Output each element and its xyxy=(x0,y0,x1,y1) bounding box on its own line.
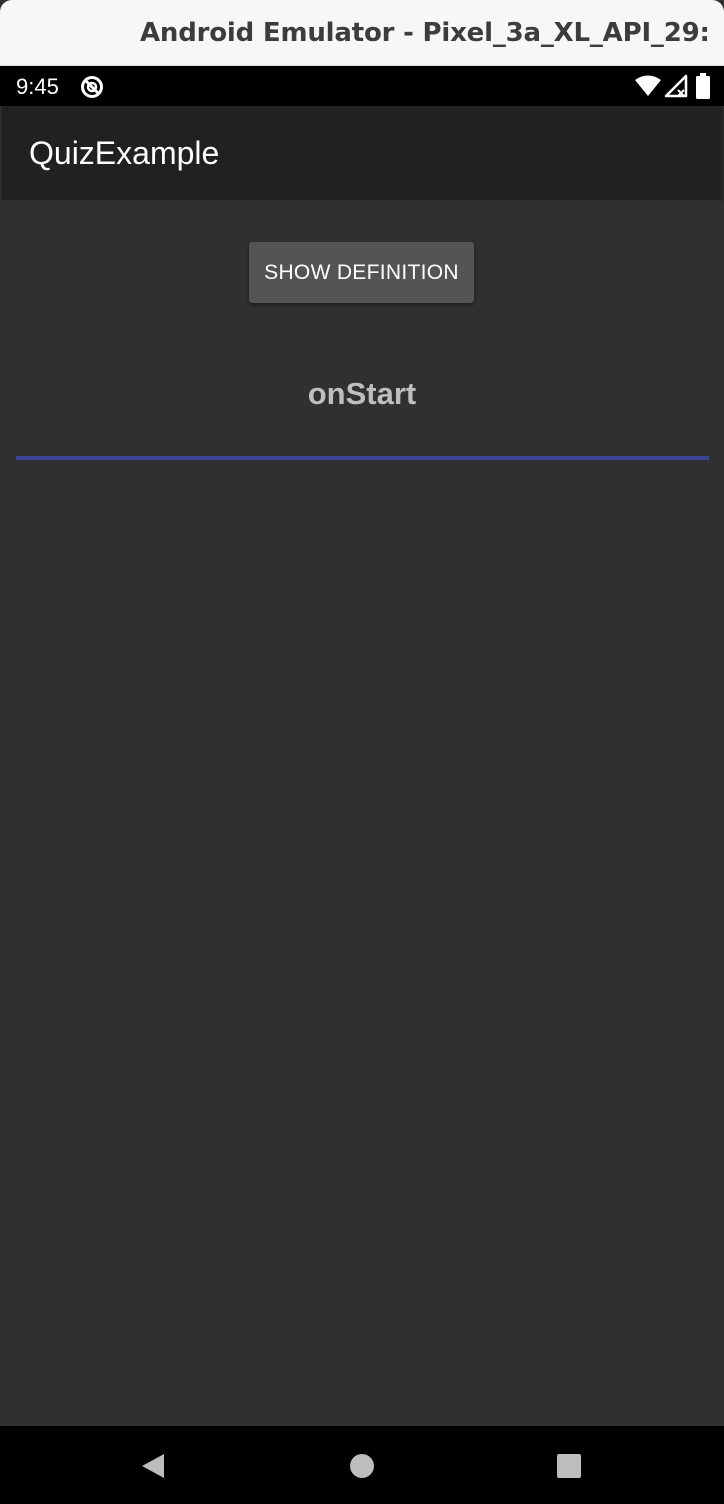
divider xyxy=(16,456,709,460)
term-text: onStart xyxy=(307,376,417,411)
signal-icon xyxy=(664,74,688,98)
show-definition-button[interactable]: SHOW DEFINITION xyxy=(249,242,474,303)
recents-icon[interactable] xyxy=(556,1453,582,1479)
wifi-icon xyxy=(635,75,661,96)
host-window-title: Android Emulator - Pixel_3a_XL_API_29:5.… xyxy=(140,18,710,48)
android-nav-bar xyxy=(0,1426,724,1504)
home-icon[interactable] xyxy=(349,1453,375,1479)
battery-icon xyxy=(696,73,710,99)
android-status-bar: 9:45 xyxy=(0,66,724,106)
back-icon[interactable] xyxy=(140,1452,166,1480)
status-time: 9:45 xyxy=(16,74,59,99)
main-content: SHOW DEFINITION onStart xyxy=(2,200,722,1426)
app-title: QuizExample xyxy=(29,135,220,171)
do-not-disturb-icon xyxy=(81,76,103,98)
emulator-window: Android Emulator - Pixel_3a_XL_API_29:5.… xyxy=(0,0,724,1504)
app-bar: QuizExample xyxy=(2,106,722,200)
host-window-titlebar: Android Emulator - Pixel_3a_XL_API_29:5.… xyxy=(0,0,724,66)
